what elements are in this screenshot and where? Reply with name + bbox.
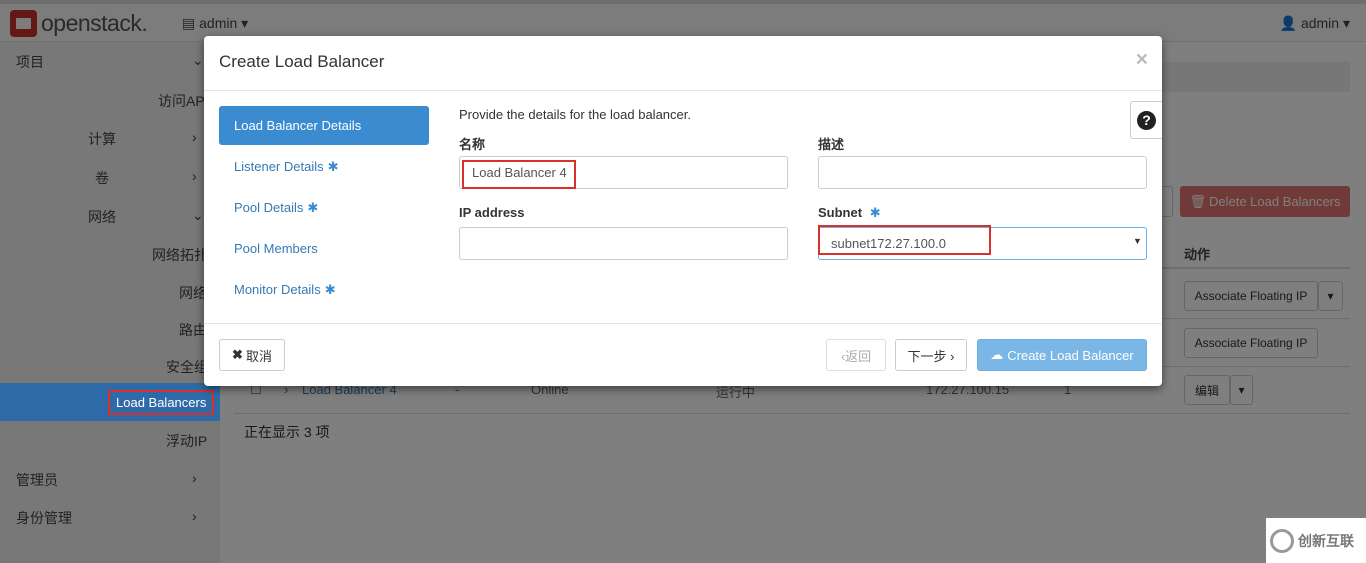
help-button[interactable]: ? [1130,101,1162,139]
question-icon: ? [1137,110,1156,130]
create-label: Create Load Balancer [1007,347,1134,363]
close-icon: ✖ [232,347,243,362]
subnet-label-text: Subnet [818,205,863,220]
required-asterisk-icon: ✱ [307,199,319,215]
cancel-button[interactable]: ✖ 取消 [219,339,285,371]
step-label: Pool Members [234,241,318,256]
name-input[interactable] [459,156,788,189]
subnet-select[interactable] [818,227,1147,260]
step-pool-members[interactable]: Pool Members [219,229,429,268]
divider [204,90,1162,91]
required-asterisk-icon: ✱ [327,158,339,174]
step-listener-details[interactable]: Listener Details ✱ [219,147,429,186]
wizard-steps: Load Balancer Details Listener Details ✱… [219,106,429,311]
ip-address-input[interactable] [459,227,788,260]
divider [204,323,1162,324]
create-load-balancer-modal: Create Load Balancer × Load Balancer Det… [204,36,1162,386]
name-label: 名称 [459,137,486,152]
subnet-label: Subnet ✱ [818,205,881,221]
watermark-icon [1270,528,1294,553]
close-icon[interactable]: × [1136,48,1148,72]
step-intro-text: Provide the details for the load balance… [459,107,691,122]
watermark-text: 创新互联 [1298,532,1354,549]
step-label: Load Balancer Details [234,118,362,133]
next-button[interactable]: 下一步 › [895,339,967,371]
step-monitor-details[interactable]: Monitor Details ✱ [219,270,429,309]
watermark-logo: 创新互联 [1266,518,1366,563]
description-input[interactable] [818,156,1147,189]
step-label: Pool Details [234,200,304,215]
caret-down-icon: ▼ [1133,236,1142,246]
cloud-upload-icon: ☁ [990,347,1004,362]
step-pool-details[interactable]: Pool Details ✱ [219,188,429,227]
required-asterisk-icon: ✱ [869,205,881,220]
cancel-label: 取消 [245,348,272,364]
create-load-balancer-button[interactable]: ☁ Create Load Balancer [977,339,1147,371]
ip-address-label: IP address [459,205,525,220]
description-label: 描述 [818,137,845,152]
step-label: Listener Details [234,159,324,174]
step-label: Monitor Details [234,282,321,297]
back-button[interactable]: ‹返回 [826,339,886,371]
sidebar-item-load-balancers-highlighted[interactable]: Load Balancers [108,390,215,415]
step-load-balancer-details[interactable]: Load Balancer Details [219,106,429,145]
modal-title: Create Load Balancer [219,52,385,71]
required-asterisk-icon: ✱ [324,281,336,297]
